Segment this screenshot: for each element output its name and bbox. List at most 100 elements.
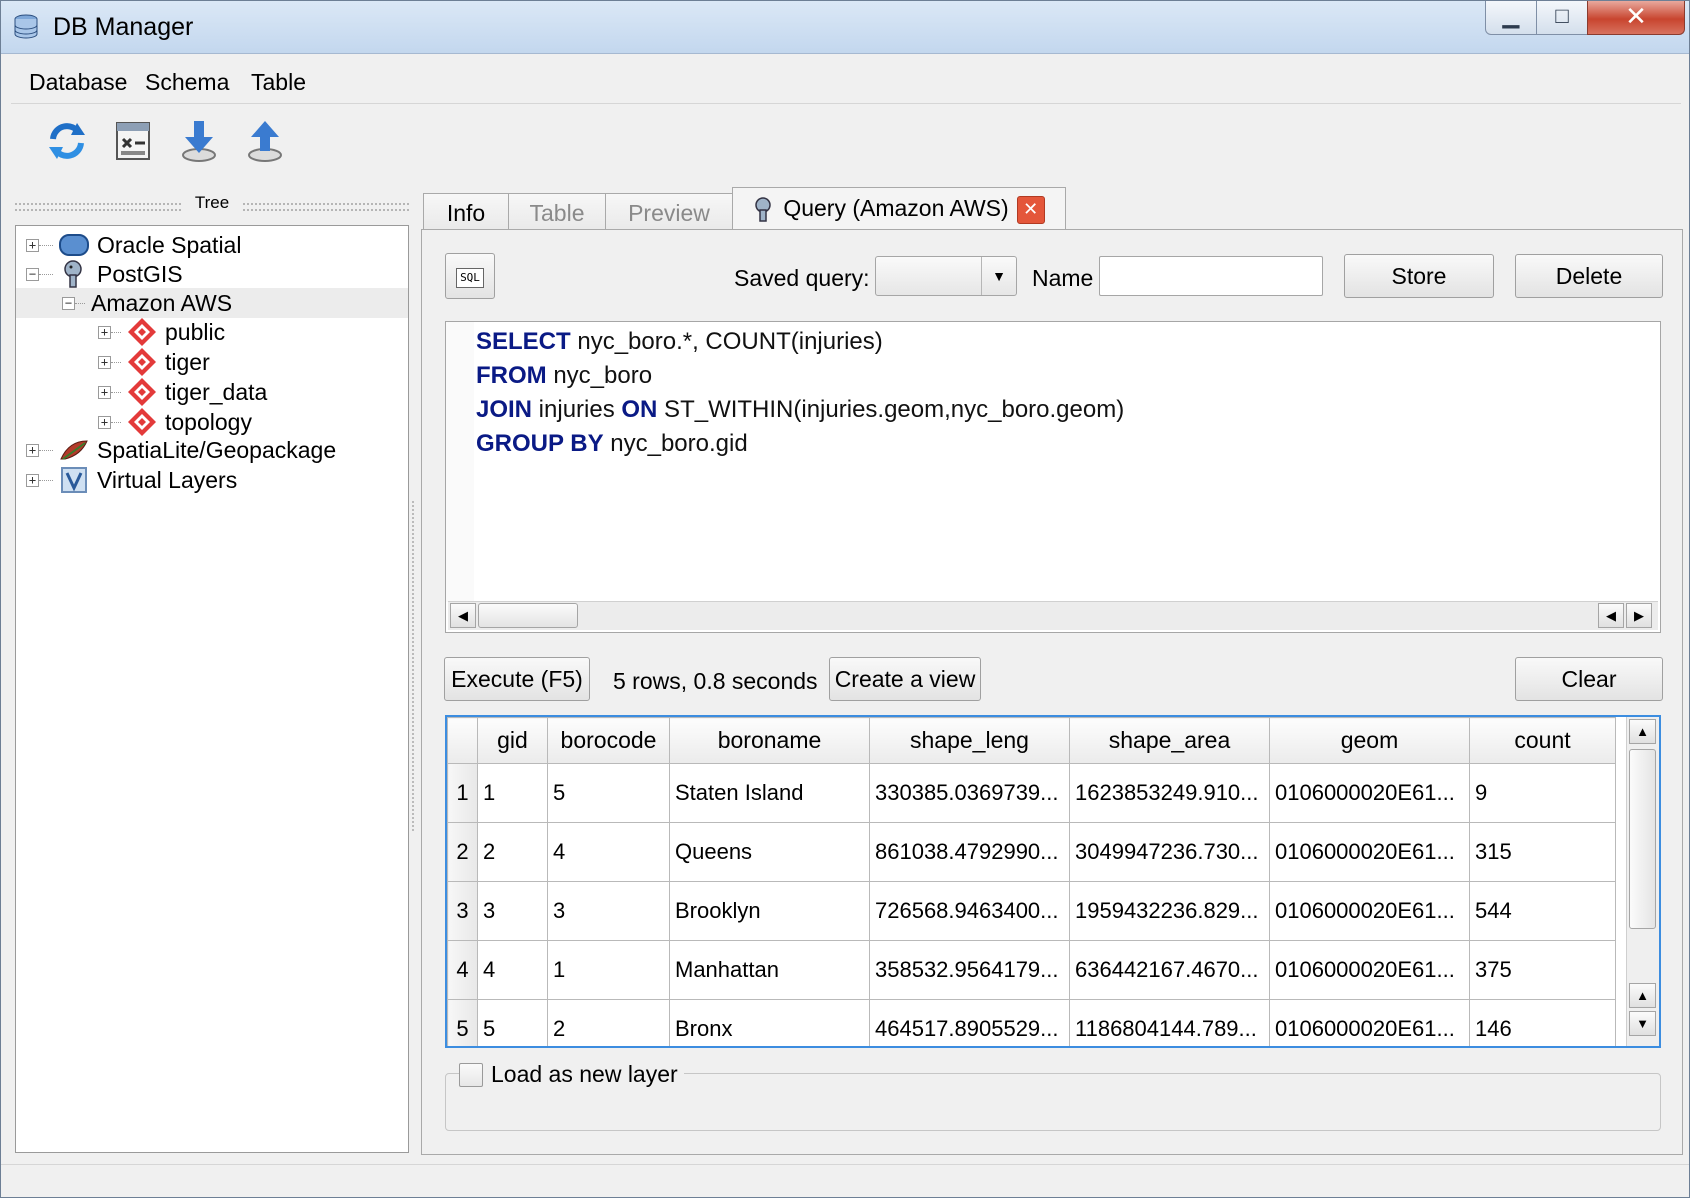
table-cell[interactable]: 3049947236.730... bbox=[1069, 822, 1270, 882]
table-cell[interactable]: 1959432236.829... bbox=[1069, 881, 1270, 941]
table-cell[interactable]: 5 bbox=[477, 999, 548, 1046]
sql-icon-button[interactable]: SQL bbox=[445, 253, 495, 299]
row-number[interactable]: 4 bbox=[447, 940, 478, 1000]
panel-splitter[interactable] bbox=[412, 501, 420, 831]
query-name-input[interactable] bbox=[1099, 256, 1323, 296]
table-cell[interactable]: 861038.4792990... bbox=[869, 822, 1070, 882]
clear-button[interactable]: Clear bbox=[1515, 657, 1663, 701]
table-cell[interactable]: 0106000020E61... bbox=[1269, 999, 1470, 1046]
table-cell[interactable]: 1623853249.910... bbox=[1069, 763, 1270, 823]
expand-icon[interactable]: + bbox=[26, 473, 39, 487]
tree-item-virtual-layers[interactable]: + Virtual Layers bbox=[26, 465, 237, 495]
tree-item-schema-tiger-data[interactable]: + tiger_data bbox=[98, 377, 267, 407]
scroll-left-icon[interactable]: ◀ bbox=[1598, 603, 1624, 628]
column-header[interactable]: shape_area bbox=[1069, 717, 1270, 764]
menu-schema[interactable]: Schema bbox=[145, 69, 229, 96]
expand-icon[interactable]: + bbox=[98, 415, 111, 429]
tab-table[interactable]: Table bbox=[508, 193, 606, 233]
tree-item-oracle-spatial[interactable]: + Oracle Spatial bbox=[26, 230, 241, 260]
load-as-layer-checkbox[interactable]: Load as new layer bbox=[459, 1061, 684, 1088]
tree-item-amazon-aws[interactable]: − Amazon AWS bbox=[16, 288, 408, 318]
column-header[interactable]: geom bbox=[1269, 717, 1470, 764]
table-cell[interactable]: 4 bbox=[547, 822, 670, 882]
table-cell[interactable]: 358532.9564179... bbox=[869, 940, 1070, 1000]
scroll-thumb[interactable] bbox=[1629, 749, 1656, 929]
table-cell[interactable]: 1 bbox=[477, 763, 548, 823]
table-cell[interactable]: Brooklyn bbox=[669, 881, 870, 941]
table-cell[interactable]: 3 bbox=[477, 881, 548, 941]
tab-preview[interactable]: Preview bbox=[605, 193, 733, 233]
expand-icon[interactable]: + bbox=[98, 385, 111, 399]
scroll-left-icon[interactable]: ◀ bbox=[450, 603, 476, 628]
expand-icon[interactable]: + bbox=[26, 443, 39, 457]
column-header[interactable]: gid bbox=[477, 717, 548, 764]
export-layer-button[interactable] bbox=[241, 117, 289, 165]
table-cell[interactable]: 315 bbox=[1469, 822, 1616, 882]
delete-button[interactable]: Delete bbox=[1515, 254, 1663, 298]
table-cell[interactable]: 1 bbox=[547, 940, 670, 1000]
table-cell[interactable]: 330385.0369739... bbox=[869, 763, 1070, 823]
table-row[interactable]: 5 5 2 Bronx 464517.8905529... 1186804144.789.… bbox=[447, 999, 1616, 1046]
tree-item-spatialite[interactable]: + SpatiaLite/Geopackage bbox=[26, 435, 336, 465]
menu-database[interactable]: Database bbox=[29, 69, 127, 96]
collapse-icon[interactable]: − bbox=[26, 267, 39, 281]
import-layer-button[interactable] bbox=[175, 117, 223, 165]
results-vertical-scrollbar[interactable]: ▲ ▲ ▼ bbox=[1626, 717, 1659, 1046]
table-row[interactable]: 1 1 5 Staten Island 330385.0369739... 1623853… bbox=[447, 763, 1616, 823]
scroll-up-icon[interactable]: ▲ bbox=[1629, 983, 1656, 1008]
refresh-button[interactable] bbox=[43, 117, 91, 165]
tree-item-schema-topology[interactable]: + topology bbox=[98, 407, 252, 437]
table-cell[interactable]: 544 bbox=[1469, 881, 1616, 941]
minimize-button[interactable]: ▁ bbox=[1485, 1, 1537, 35]
table-cell[interactable]: 0106000020E61... bbox=[1269, 822, 1470, 882]
row-number[interactable]: 3 bbox=[447, 881, 478, 941]
tree-item-postgis[interactable]: − PostGIS bbox=[26, 259, 183, 289]
table-cell[interactable]: 2 bbox=[547, 999, 670, 1046]
sql-window-button[interactable] bbox=[109, 117, 157, 165]
results-table[interactable]: gid borocode boroname shape_leng shape_a… bbox=[445, 715, 1661, 1048]
scroll-right-icon[interactable]: ▶ bbox=[1626, 603, 1652, 628]
row-number[interactable]: 1 bbox=[447, 763, 478, 823]
close-window-button[interactable]: ✕ bbox=[1587, 1, 1685, 35]
store-button[interactable]: Store bbox=[1344, 254, 1494, 298]
corner-cell[interactable] bbox=[447, 717, 478, 764]
table-cell[interactable]: Queens bbox=[669, 822, 870, 882]
maximize-button[interactable]: □ bbox=[1536, 1, 1588, 35]
table-row[interactable]: 3 3 3 Brooklyn 726568.9463400... 1959432236.8… bbox=[447, 881, 1616, 941]
scroll-thumb[interactable] bbox=[478, 603, 578, 628]
scroll-down-icon[interactable]: ▼ bbox=[1629, 1011, 1656, 1036]
table-cell[interactable]: Manhattan bbox=[669, 940, 870, 1000]
table-cell[interactable]: 375 bbox=[1469, 940, 1616, 1000]
column-header[interactable]: boroname bbox=[669, 717, 870, 764]
table-cell[interactable]: 464517.8905529... bbox=[869, 999, 1070, 1046]
execute-button[interactable]: Execute (F5) bbox=[444, 657, 590, 701]
sql-editor[interactable]: SELECT nyc_boro.*, COUNT(injuries) FROM … bbox=[445, 321, 1661, 633]
table-cell[interactable]: Bronx bbox=[669, 999, 870, 1046]
table-cell[interactable]: 2 bbox=[477, 822, 548, 882]
editor-horizontal-scrollbar[interactable]: ◀ ◀ ▶ bbox=[448, 601, 1658, 630]
table-cell[interactable]: 3 bbox=[547, 881, 670, 941]
table-cell[interactable]: 636442167.4670... bbox=[1069, 940, 1270, 1000]
column-header[interactable]: count bbox=[1469, 717, 1616, 764]
tree-item-schema-public[interactable]: + public bbox=[98, 317, 225, 347]
close-tab-icon[interactable]: ✕ bbox=[1016, 195, 1045, 224]
table-cell[interactable]: 1186804144.789... bbox=[1069, 999, 1270, 1046]
table-cell[interactable]: 9 bbox=[1469, 763, 1616, 823]
column-header[interactable]: shape_leng bbox=[869, 717, 1070, 764]
table-cell[interactable]: 726568.9463400... bbox=[869, 881, 1070, 941]
table-cell[interactable]: 0106000020E61... bbox=[1269, 881, 1470, 941]
column-header[interactable]: borocode bbox=[547, 717, 670, 764]
checkbox-box[interactable] bbox=[459, 1062, 483, 1087]
tab-info[interactable]: Info bbox=[423, 193, 509, 233]
table-cell[interactable]: 5 bbox=[547, 763, 670, 823]
table-cell[interactable]: 4 bbox=[477, 940, 548, 1000]
table-cell[interactable]: 0106000020E61... bbox=[1269, 763, 1470, 823]
expand-icon[interactable]: + bbox=[98, 355, 111, 369]
row-number[interactable]: 5 bbox=[447, 999, 478, 1046]
table-row[interactable]: 2 2 4 Queens 861038.4792990... 3049947236.730… bbox=[447, 822, 1616, 882]
table-cell[interactable]: Staten Island bbox=[669, 763, 870, 823]
saved-query-select[interactable]: ▼ bbox=[875, 256, 1017, 296]
row-number[interactable]: 2 bbox=[447, 822, 478, 882]
menu-table[interactable]: Table bbox=[251, 69, 306, 96]
expand-icon[interactable]: + bbox=[98, 325, 111, 339]
